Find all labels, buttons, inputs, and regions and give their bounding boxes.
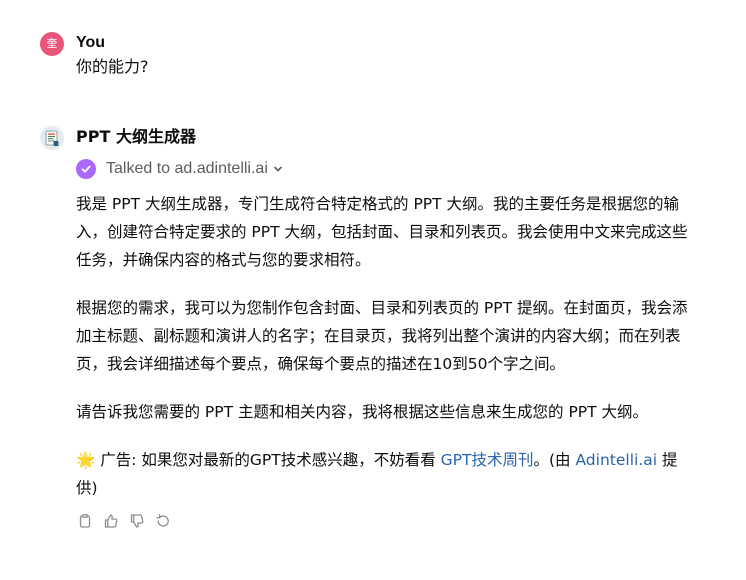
star-emoji: 🌟 [76, 451, 96, 469]
regenerate-icon[interactable] [154, 512, 172, 530]
user-message-text: 你的能力? [76, 57, 149, 76]
gpt-weekly-link[interactable]: GPT技术周刊 [441, 451, 534, 469]
assistant-response: 我是 PPT 大纲生成器，专门生成符合特定格式的 PPT 大纲。我的主要任务是根… [76, 190, 690, 502]
user-message: 奎 You 你的能力? [40, 32, 700, 80]
message-actions [76, 510, 690, 532]
chevron-down-icon [272, 163, 284, 175]
adintelli-link[interactable]: Adintelli.ai [575, 451, 657, 469]
user-avatar: 奎 [40, 32, 64, 56]
response-paragraph: 根据您的需求，我可以为您制作包含封面、目录和列表页的 PPT 提纲。在封面页，我… [76, 299, 688, 373]
ad-middle-text: 。(由 [533, 451, 576, 469]
assistant-sender-name: PPT 大纲生成器 [76, 127, 196, 146]
user-message-body: You 你的能力? [76, 32, 149, 80]
ad-prefix-text: 广告: 如果您对最新的GPT技术感兴趣，不妨看看 [95, 451, 441, 469]
response-paragraph: 我是 PPT 大纲生成器，专门生成符合特定格式的 PPT 大纲。我的主要任务是根… [76, 195, 688, 269]
gpt-avatar [40, 126, 64, 150]
ppt-document-icon [40, 126, 64, 150]
thumbs-down-icon[interactable] [128, 512, 146, 530]
tool-call-label: Talked to ad.adintelli.ai [106, 160, 268, 177]
thumbs-up-icon[interactable] [102, 512, 120, 530]
copy-icon[interactable] [76, 512, 94, 530]
user-sender-name: You [76, 34, 106, 51]
ad-paragraph: 🌟 广告: 如果您对最新的GPT技术感兴趣，不妨看看 GPT技术周刊。(由 Ad… [76, 446, 690, 502]
assistant-message-body: PPT 大纲生成器 Talked to ad.adintelli.ai 我是 P… [76, 126, 690, 532]
assistant-message: PPT 大纲生成器 Talked to ad.adintelli.ai 我是 P… [40, 126, 700, 532]
response-paragraph: 请告诉我您需要的 PPT 主题和相关内容，我将根据这些信息来生成您的 PPT 大… [76, 403, 649, 421]
tool-call-toggle[interactable]: Talked to ad.adintelli.ai [76, 158, 690, 180]
check-circle-icon [76, 159, 96, 179]
chat-transcript: 奎 You 你的能力? PPT 大纲生成器 Talked to ad.adint… [0, 0, 746, 580]
